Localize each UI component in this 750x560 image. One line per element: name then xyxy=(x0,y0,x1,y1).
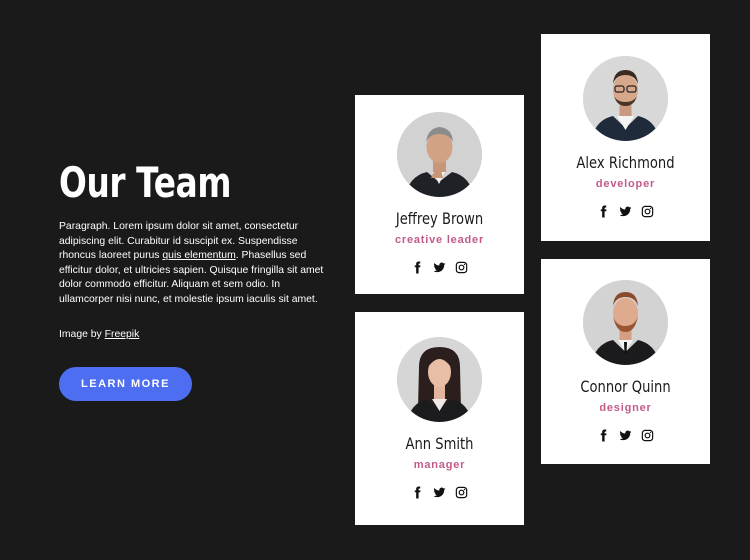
avatar xyxy=(583,56,668,141)
facebook-icon[interactable] xyxy=(597,429,610,442)
avatar xyxy=(397,112,482,197)
social-links xyxy=(541,205,710,218)
twitter-icon[interactable] xyxy=(619,205,632,218)
paragraph-link[interactable]: quis elementum xyxy=(162,250,235,261)
social-links xyxy=(541,429,710,442)
team-card-alex-richmond: Alex Richmond developer xyxy=(541,34,710,241)
twitter-icon[interactable] xyxy=(433,261,446,274)
member-name: Jeffrey Brown xyxy=(395,209,484,228)
section-title: Our Team xyxy=(59,158,232,207)
facebook-icon[interactable] xyxy=(411,261,424,274)
instagram-icon[interactable] xyxy=(641,429,654,442)
team-card-connor-quinn: Connor Quinn designer xyxy=(541,259,710,464)
facebook-icon[interactable] xyxy=(411,486,424,499)
member-role: manager xyxy=(413,459,466,471)
twitter-icon[interactable] xyxy=(433,486,446,499)
intro-paragraph: Paragraph. Lorem ipsum dolor sit amet, c… xyxy=(59,220,331,308)
member-role: creative leader xyxy=(394,234,485,246)
member-role: designer xyxy=(599,402,652,414)
learn-more-button[interactable]: LEARN MORE xyxy=(59,367,192,401)
team-card-jeffrey-brown: Jeffrey Brown creative leader xyxy=(355,95,524,294)
twitter-icon[interactable] xyxy=(619,429,632,442)
member-name: Alex Richmond xyxy=(576,153,675,172)
avatar xyxy=(397,337,482,422)
instagram-icon[interactable] xyxy=(455,486,468,499)
member-role: developer xyxy=(595,178,656,190)
freepik-link[interactable]: Freepik xyxy=(105,329,140,340)
member-name: Ann Smith xyxy=(405,434,474,453)
image-credit: Image by Freepik xyxy=(59,329,139,340)
instagram-icon[interactable] xyxy=(641,205,654,218)
social-links xyxy=(355,486,524,499)
avatar xyxy=(583,280,668,365)
facebook-icon[interactable] xyxy=(597,205,610,218)
team-card-ann-smith: Ann Smith manager xyxy=(355,312,524,525)
member-name: Connor Quinn xyxy=(580,377,671,396)
credit-prefix: Image by xyxy=(59,329,105,340)
instagram-icon[interactable] xyxy=(455,261,468,274)
social-links xyxy=(355,261,524,274)
